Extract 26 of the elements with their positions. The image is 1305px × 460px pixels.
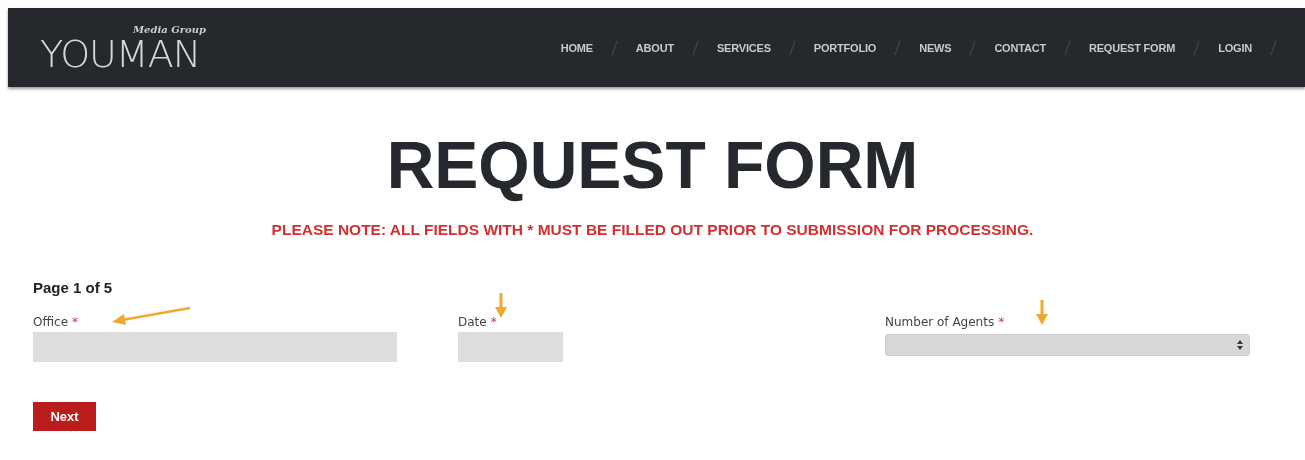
field-label: Office <box>33 315 69 329</box>
nav-link[interactable]: LOGIN <box>1218 41 1252 54</box>
annotation-arrow <box>1036 300 1048 326</box>
field-label: Number of Agents <box>885 315 995 329</box>
page-indicator: Page 1 of 5 <box>33 279 114 296</box>
nav-link[interactable]: ABOUT <box>635 41 674 54</box>
nav-link[interactable]: NEWS <box>919 41 952 54</box>
required-fields-notice: PLEASE NOTE: ALL FIELDS WITH * MUST BE FILLED OUT PRIOR TO SUBMISSION FOR PROCESSING. <box>270 221 1035 239</box>
next-button[interactable]: Next <box>33 402 96 431</box>
field-label: Date <box>458 315 487 329</box>
required-mark: * <box>998 315 1005 329</box>
nav-link[interactable]: REQUEST FORM <box>1088 41 1176 54</box>
agents-dropdown[interactable] <box>885 334 1250 356</box>
required-mark: * <box>490 315 497 329</box>
nav-link[interactable]: HOME <box>560 41 593 54</box>
logo-tagline: Media Group <box>133 24 206 36</box>
page-title: REQUEST FORM <box>385 127 920 204</box>
office-field[interactable] <box>33 332 397 362</box>
nav-link[interactable]: SERVICES <box>716 41 771 54</box>
updown-arrows-icon <box>1237 340 1243 350</box>
nav-link[interactable]: PORTFOLIO <box>813 41 877 54</box>
nav-link[interactable]: CONTACT <box>994 41 1046 54</box>
logo-wordmark[interactable]: YOUMAN <box>40 37 201 71</box>
required-mark: * <box>72 315 79 329</box>
date-field[interactable] <box>458 332 563 362</box>
annotation-arrow <box>495 293 507 319</box>
